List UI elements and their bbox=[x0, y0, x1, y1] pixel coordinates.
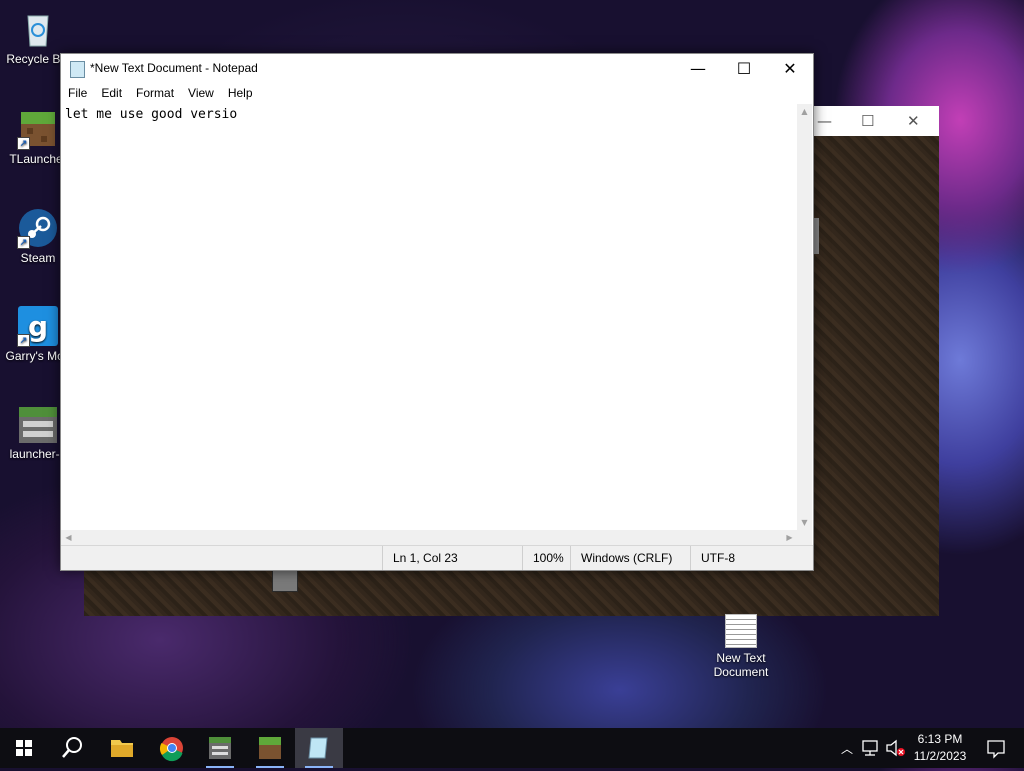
betacraft-icon bbox=[17, 403, 59, 445]
file-label-line1: New Text bbox=[716, 651, 766, 665]
start-button[interactable] bbox=[0, 728, 48, 768]
status-zoom: 100% bbox=[522, 546, 571, 570]
minimize-button[interactable]: — bbox=[675, 54, 721, 84]
close-icon: ✕ bbox=[783, 59, 797, 78]
notepad-icon bbox=[70, 61, 85, 78]
tlauncher-icon: ↗ bbox=[17, 108, 59, 150]
minimize-icon: — bbox=[690, 59, 706, 78]
scroll-right-icon[interactable]: ▶ bbox=[782, 530, 797, 545]
status-encoding: UTF-8 bbox=[690, 546, 801, 570]
status-line-endings: Windows (CRLF) bbox=[570, 546, 695, 570]
file-explorer-icon bbox=[111, 740, 133, 757]
minimize-icon[interactable]: — bbox=[817, 112, 832, 130]
taskbar-minecraft[interactable] bbox=[246, 728, 294, 768]
notepad-window[interactable]: *New Text Document - Notepad — ☐ ✕ File E… bbox=[60, 53, 814, 571]
volume-button[interactable] bbox=[884, 728, 908, 768]
menu-view[interactable]: View bbox=[181, 84, 221, 100]
search-button[interactable] bbox=[48, 728, 96, 768]
text-editor-area[interactable]: let me use good versio bbox=[65, 104, 797, 533]
shortcut-arrow-icon: ↗ bbox=[17, 236, 30, 249]
search-icon bbox=[62, 737, 82, 758]
taskbar-betacraft[interactable] bbox=[196, 728, 244, 768]
file-label-line2: Document bbox=[713, 665, 769, 679]
text-document-icon bbox=[725, 614, 757, 648]
background-window-titlebar: — ☐ ✕ bbox=[811, 106, 939, 136]
close-icon[interactable]: ✕ bbox=[907, 112, 920, 130]
clock-time: 6:13 PM bbox=[917, 732, 963, 746]
svg-text:g: g bbox=[28, 310, 48, 343]
status-cursor-position: Ln 1, Col 23 bbox=[382, 546, 523, 570]
betacraft-icon bbox=[209, 737, 231, 759]
clock-date: 11/2/2023 bbox=[913, 749, 967, 763]
scroll-down-icon[interactable]: ▼ bbox=[797, 515, 812, 530]
maximize-icon: ☐ bbox=[736, 59, 752, 78]
title-bar[interactable]: *New Text Document - Notepad — ☐ ✕ bbox=[61, 54, 813, 84]
taskbar-file-explorer[interactable] bbox=[98, 728, 146, 768]
menu-bar: File Edit Format View Help bbox=[61, 84, 813, 104]
menu-help[interactable]: Help bbox=[221, 84, 260, 100]
scrollbar-corner bbox=[797, 530, 812, 545]
recycle-bin-icon bbox=[17, 8, 59, 50]
close-button[interactable]: ✕ bbox=[767, 54, 813, 84]
start-icon bbox=[16, 740, 32, 756]
volume-muted-icon bbox=[886, 739, 905, 757]
maximize-icon[interactable]: ☐ bbox=[861, 112, 874, 130]
scroll-left-icon[interactable]: ◀ bbox=[61, 530, 76, 545]
menu-file[interactable]: File bbox=[61, 84, 94, 100]
taskbar: ︿ 6:13 PM 11/2/2023 bbox=[0, 728, 1024, 768]
vertical-scrollbar[interactable]: ▲ ▼ bbox=[797, 104, 812, 530]
menu-edit[interactable]: Edit bbox=[94, 84, 129, 100]
maximize-button[interactable]: ☐ bbox=[721, 54, 767, 84]
action-center-button[interactable] bbox=[976, 728, 1016, 768]
window-title: *New Text Document - Notepad bbox=[90, 61, 258, 75]
taskbar-chrome[interactable] bbox=[148, 728, 196, 768]
chrome-icon bbox=[159, 737, 183, 762]
horizontal-scrollbar[interactable]: ◀ ▶ bbox=[61, 530, 797, 545]
clock[interactable]: 6:13 PM 11/2/2023 bbox=[910, 728, 970, 768]
desktop-file-new-text-document[interactable]: New Text Document bbox=[703, 614, 779, 679]
steam-icon: ↗ bbox=[17, 207, 59, 249]
network-button[interactable] bbox=[860, 728, 882, 768]
minecraft-icon bbox=[259, 737, 281, 759]
shortcut-arrow-icon: ↗ bbox=[17, 137, 30, 150]
notification-icon bbox=[987, 740, 1005, 759]
shortcut-arrow-icon: ↗ bbox=[17, 334, 30, 347]
notepad-icon bbox=[308, 737, 328, 759]
network-icon bbox=[862, 740, 878, 756]
scroll-up-icon[interactable]: ▲ bbox=[797, 104, 812, 119]
menu-format[interactable]: Format bbox=[129, 84, 181, 100]
chevron-up-icon: ︿ bbox=[841, 742, 854, 756]
taskbar-notepad[interactable] bbox=[295, 728, 343, 768]
show-hidden-icons-button[interactable]: ︿ bbox=[838, 728, 856, 768]
garrys-mod-icon: g ↗ bbox=[17, 305, 59, 347]
status-bar: Ln 1, Col 23 100% Windows (CRLF) UTF-8 bbox=[61, 545, 813, 570]
